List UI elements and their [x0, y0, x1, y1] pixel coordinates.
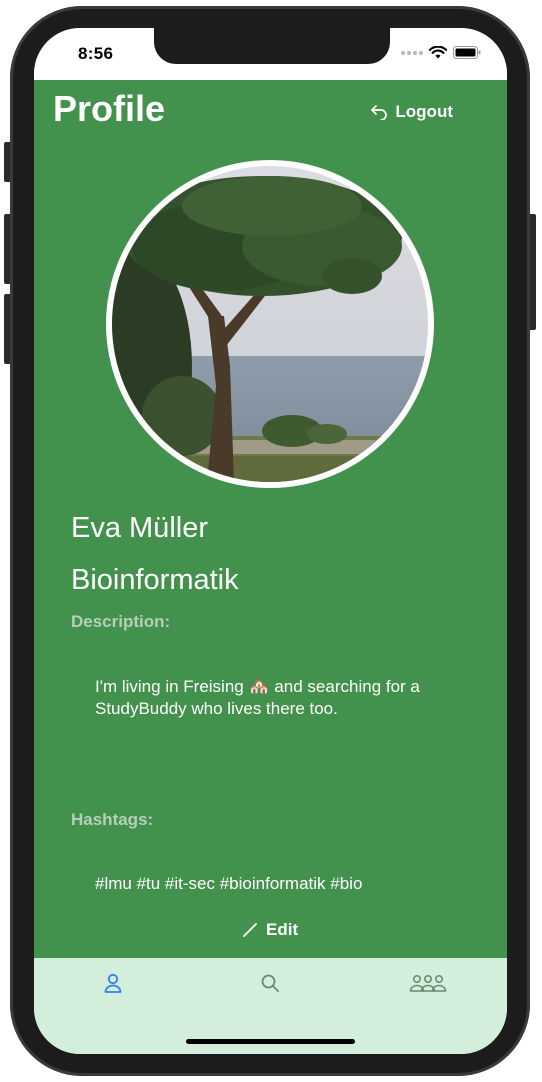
- page-title: Profile: [53, 88, 166, 129]
- wifi-icon: [429, 46, 447, 59]
- logout-button[interactable]: Logout: [370, 102, 453, 122]
- description-text: I'm living in Freising 🏘️ and searching …: [95, 677, 420, 718]
- description-label: Description:: [71, 612, 171, 631]
- notch: [154, 28, 390, 64]
- user-name: Eva Müller: [71, 512, 208, 544]
- hashtags-text: #lmu #tu #it-sec #bioinformatik #bio: [95, 874, 363, 893]
- cellular-signal-icon: [401, 50, 423, 55]
- status-bar: 8:56: [34, 28, 507, 80]
- person-icon: [104, 973, 122, 993]
- hashtags-label: Hashtags:: [71, 810, 154, 829]
- people-icon: [409, 974, 447, 992]
- tab-bar: [34, 958, 507, 1054]
- edit-label: Edit: [266, 920, 299, 939]
- battery-icon: [453, 46, 481, 59]
- avatar-photo-tree: [112, 166, 428, 482]
- edit-button[interactable]: Edit: [242, 920, 298, 940]
- search-icon: [261, 974, 279, 992]
- tab-groups[interactable]: [406, 970, 450, 996]
- pencil-icon: [243, 923, 257, 937]
- tab-search[interactable]: [250, 970, 290, 996]
- status-time: 8:56: [78, 44, 114, 63]
- profile-screen: Profile Logout Eva Müller Bioinformatik …: [34, 80, 507, 958]
- tab-profile[interactable]: [93, 970, 133, 996]
- logout-label: Logout: [395, 102, 453, 121]
- status-icons: [401, 46, 481, 59]
- user-major: Bioinformatik: [71, 564, 239, 596]
- logout-arrow-icon: [371, 105, 388, 120]
- home-indicator: [186, 1039, 355, 1044]
- phone-screen: 8:56 Profile Logout Eva Müller Bioinform…: [34, 28, 507, 1054]
- profile-avatar[interactable]: [106, 160, 434, 488]
